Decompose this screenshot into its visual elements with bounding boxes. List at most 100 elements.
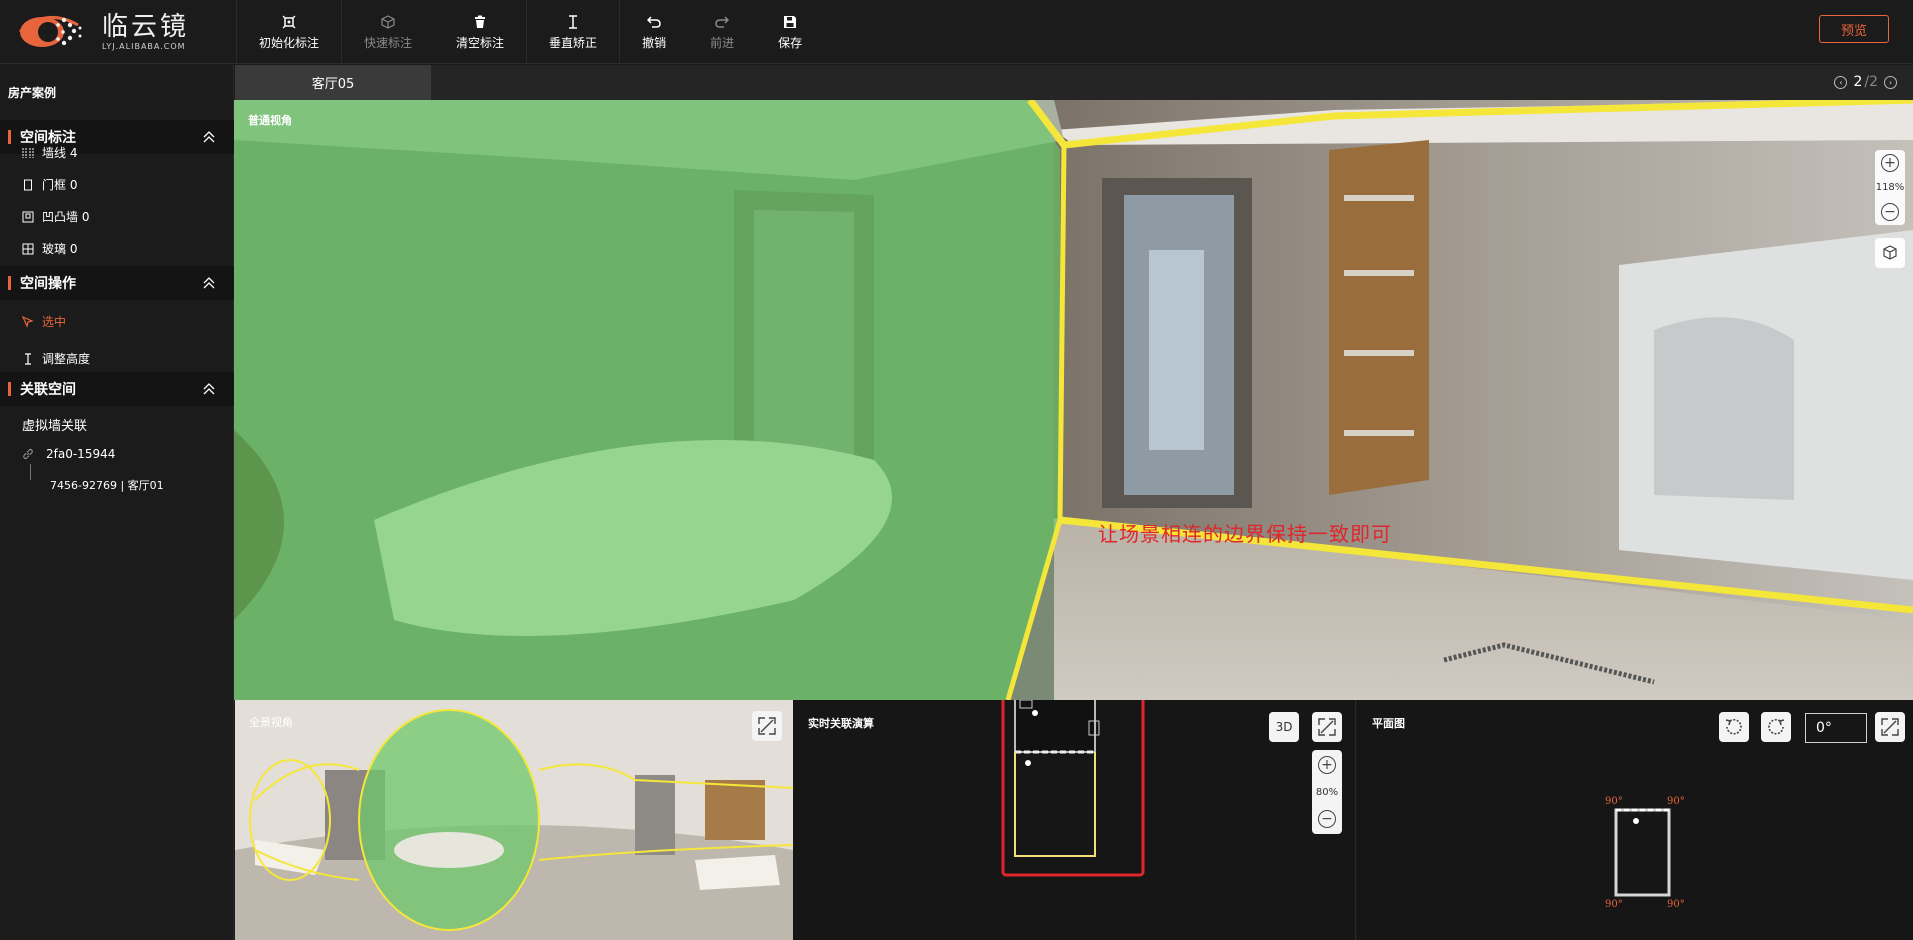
sidebar-item-wall-line[interactable]: 墙线 4 bbox=[22, 144, 77, 161]
floor-plan-title: 平面图 bbox=[1372, 717, 1405, 730]
zoom-out-icon[interactable]: − bbox=[1881, 203, 1899, 221]
preview-button[interactable]: 预览 bbox=[1819, 15, 1889, 43]
redo-label: 前进 bbox=[710, 35, 735, 50]
panorama-expand-button[interactable] bbox=[752, 711, 782, 741]
save-button[interactable]: 保存 bbox=[756, 0, 824, 64]
expand-icon bbox=[1318, 718, 1336, 736]
sidebar: 房产案例 空间标注 墙线 4 门框 0 凹凸墙 0 玻璃 0 空间操作 选中 调… bbox=[0, 65, 234, 940]
sidebar-item-select[interactable]: 选中 bbox=[22, 313, 66, 330]
corner-angle-tl: 90° bbox=[1605, 796, 1623, 807]
chevron-up-icon[interactable] bbox=[202, 276, 216, 290]
prev-scene-icon[interactable]: ‹ bbox=[1834, 75, 1848, 89]
rotate-left-icon bbox=[1725, 718, 1742, 735]
redo-button[interactable]: 前进 bbox=[688, 0, 756, 64]
expand-icon bbox=[758, 717, 776, 735]
sidebar-item-door-frame[interactable]: 门框 0 bbox=[22, 176, 77, 193]
undo-icon bbox=[646, 14, 662, 30]
zoom-control: + 118% − bbox=[1875, 150, 1905, 225]
hint-annotation: 让场景相连的边界保持一致即可 bbox=[1098, 522, 1392, 546]
sidebar-item-label: 门框 0 bbox=[42, 178, 78, 192]
live-calc-zoom-control: + 80% − bbox=[1312, 750, 1342, 834]
scene-pager: ‹ 2 / 2 › bbox=[1834, 74, 1897, 90]
live-calc-panel[interactable]: 实时关联演算 3D + 80% − bbox=[793, 700, 1356, 940]
cube-icon bbox=[1883, 245, 1897, 260]
section-space-ops[interactable]: 空间操作 bbox=[0, 266, 234, 300]
section-linked-space[interactable]: 关联空间 bbox=[0, 372, 234, 406]
zoom-in-icon[interactable]: + bbox=[1318, 756, 1336, 774]
save-label: 保存 bbox=[778, 35, 803, 50]
redo-icon bbox=[714, 14, 730, 30]
door-frame-icon bbox=[22, 179, 34, 191]
clear-marking-label: 清空标注 bbox=[456, 35, 505, 50]
logo: 临云镜 LYJ.ALIBABA.COM bbox=[18, 8, 208, 56]
quick-marking-button[interactable]: 快速标注 bbox=[342, 0, 434, 64]
logo-domain: LYJ.ALIBABA.COM bbox=[102, 42, 186, 51]
project-title: 房产案例 bbox=[8, 86, 57, 100]
sidebar-item-label: 墙线 4 bbox=[42, 146, 78, 160]
page-total: 2 bbox=[1869, 74, 1878, 90]
sidebar-item-glass[interactable]: 玻璃 0 bbox=[22, 240, 77, 257]
app-root: 临云镜 LYJ.ALIBABA.COM 初始化标注 快速标注 清空标注 垂直矫正… bbox=[0, 0, 1913, 940]
view-mode-button[interactable] bbox=[1875, 238, 1905, 268]
link-target[interactable]: 7456-92769 | 客厅01 bbox=[50, 477, 164, 493]
view-label: 普通视角 bbox=[248, 114, 292, 127]
pointer-icon bbox=[22, 315, 34, 328]
link-row[interactable]: 2fa0-15944 bbox=[22, 447, 115, 461]
live-calc-expand-button[interactable] bbox=[1312, 712, 1342, 742]
rotation-angle-input[interactable] bbox=[1805, 713, 1867, 743]
sidebar-item-label: 玻璃 0 bbox=[42, 242, 78, 256]
chevron-up-icon[interactable] bbox=[202, 382, 216, 396]
scene-tab-bar: 客厅05 ‹ 2 / 2 › bbox=[235, 65, 1913, 100]
sidebar-item-label: 凹凸墙 0 bbox=[42, 210, 90, 224]
concave-wall-icon bbox=[22, 211, 34, 223]
rotate-right-icon bbox=[1768, 718, 1785, 735]
logo-text: 临云镜 bbox=[102, 12, 190, 42]
trash-icon bbox=[472, 14, 488, 30]
panorama-render bbox=[235, 700, 793, 940]
3d-toggle-button[interactable]: 3D bbox=[1269, 712, 1299, 742]
undo-label: 撤销 bbox=[642, 35, 667, 50]
room-render bbox=[234, 100, 1913, 700]
vertical-icon bbox=[565, 14, 581, 30]
sidebar-item-adjust-height[interactable]: 调整高度 bbox=[22, 350, 90, 367]
wall-line-icon bbox=[22, 147, 34, 159]
sidebar-item-label: 选中 bbox=[42, 315, 67, 329]
rotate-right-button[interactable] bbox=[1761, 712, 1791, 742]
live-calc-zoom-value: 80% bbox=[1315, 786, 1339, 798]
corner-angle-bl: 90° bbox=[1605, 899, 1623, 910]
init-marking-button[interactable]: 初始化标注 bbox=[237, 0, 343, 64]
link-icon bbox=[22, 448, 34, 460]
height-icon bbox=[22, 352, 34, 365]
zoom-in-icon[interactable]: + bbox=[1881, 154, 1899, 172]
vertical-correct-button[interactable]: 垂直矫正 bbox=[527, 0, 621, 64]
sidebar-item-label: 调整高度 bbox=[42, 352, 91, 366]
tab-scene[interactable]: 客厅05 bbox=[235, 65, 431, 100]
logo-eye-icon bbox=[18, 15, 82, 47]
clear-marking-button[interactable]: 清空标注 bbox=[434, 0, 528, 64]
sidebar-item-concave-wall[interactable]: 凹凸墙 0 bbox=[22, 208, 89, 225]
cube-icon bbox=[380, 14, 396, 30]
glass-icon bbox=[22, 243, 34, 255]
zoom-out-icon[interactable]: − bbox=[1318, 810, 1336, 828]
vertical-correct-label: 垂直矫正 bbox=[549, 35, 598, 50]
next-scene-icon[interactable]: › bbox=[1884, 75, 1897, 89]
rotate-left-button[interactable] bbox=[1719, 712, 1749, 742]
page-current: 2 bbox=[1853, 74, 1863, 90]
floor-plan-expand-button[interactable] bbox=[1875, 712, 1905, 742]
top-bar: 临云镜 LYJ.ALIBABA.COM 初始化标注 快速标注 清空标注 垂直矫正… bbox=[0, 0, 1913, 64]
section-linked-space-label: 关联空间 bbox=[20, 382, 76, 398]
toolbar: 初始化标注 快速标注 清空标注 垂直矫正 撤销 前进 保存 bbox=[236, 0, 824, 64]
panorama-label: 全景视角 bbox=[249, 716, 293, 729]
corner-angle-tr: 90° bbox=[1667, 796, 1685, 807]
floor-plan-panel[interactable]: 平面图 90° 90° 90° 90° bbox=[1357, 700, 1913, 940]
link-id: 2fa0-15944 bbox=[46, 447, 116, 461]
zoom-value: 118% bbox=[1875, 182, 1905, 193]
undo-button[interactable]: 撤销 bbox=[620, 0, 688, 64]
chevron-up-icon[interactable] bbox=[202, 130, 216, 144]
quick-marking-label: 快速标注 bbox=[364, 35, 413, 50]
panorama-view[interactable]: 全景视角 bbox=[235, 700, 793, 940]
virtual-wall-link-title: 虚拟墙关联 bbox=[22, 419, 88, 434]
init-marking-icon bbox=[281, 14, 297, 30]
init-marking-label: 初始化标注 bbox=[259, 35, 320, 50]
normal-view[interactable]: 普通视角 让场景相连的边界保持一致即可 + 118% − bbox=[234, 100, 1913, 700]
